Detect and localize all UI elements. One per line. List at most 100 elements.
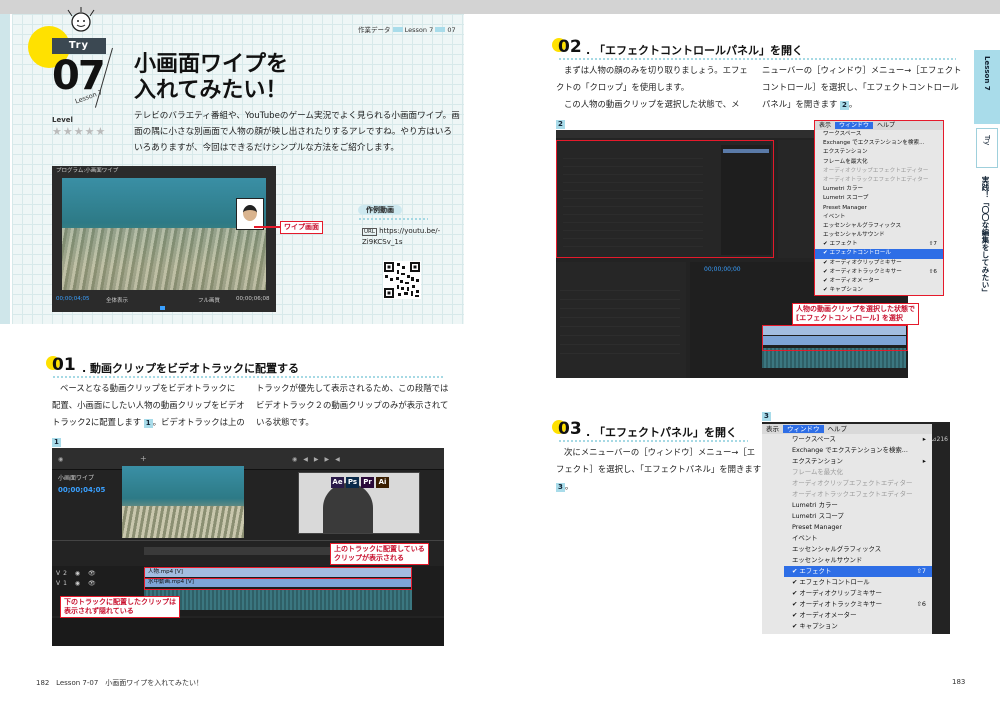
breadcrumb-item: 07 <box>447 26 456 34</box>
menu-item[interactable]: Preset Manager <box>784 522 932 533</box>
right-page: Lesson 7 Try 実践！「〇〇な編集をしてみたい」 02 . 「エフェク… <box>500 0 1000 706</box>
right-fragment: ⊿216 <box>931 436 948 443</box>
menu-item-label: Lumetri スコープ <box>792 512 844 520</box>
transport-controls[interactable]: ◉◀▶▶◀ <box>292 456 346 463</box>
menu-item[interactable]: Lumetri カラー <box>815 185 943 194</box>
menu-item[interactable]: オーディオクリップエフェクトエディター <box>784 478 932 489</box>
underwater-video-frame <box>62 178 266 290</box>
menu-item[interactable]: ✔ オーディオメーター <box>784 610 932 621</box>
menu-item[interactable]: フレームを最大化 <box>784 467 932 478</box>
menu-item[interactable]: エクステンション ▸ <box>784 456 932 467</box>
timecode-left: 00;00;04;05 <box>56 296 90 302</box>
menu-item-shortcut: ▸ <box>922 435 926 443</box>
menu-item-label: ✔ エフェクトコントロール <box>823 250 891 257</box>
menu-item-label: イベント <box>823 213 846 220</box>
menu-item[interactable]: ✔ エフェクト ⇧7 <box>815 240 943 249</box>
callout-line: 人物の動画クリップを選択した状態で <box>796 305 915 313</box>
program-monitor-panel: プログラム:小画面ワイプ 00;00;04;05 全体表示 フル画質 00;00… <box>52 166 276 312</box>
footer-left: 182 Lesson 7-07 小画面ワイプを入れてみたい！ <box>36 678 203 688</box>
menu-bar-item[interactable]: 表示 <box>762 425 783 433</box>
menu-item-shortcut: ⇧6 <box>928 268 937 275</box>
menu-item-label: ✔ キャプション <box>792 622 838 630</box>
menu-item[interactable]: Lumetri スコープ <box>815 194 943 203</box>
menu-item-label: ✔ オーディオトラックミキサー <box>823 268 902 275</box>
project-panel <box>556 262 686 378</box>
menu-bar-item[interactable]: ヘルプ <box>873 122 899 129</box>
menu-item[interactable]: ワークスペース ▸ <box>784 434 932 445</box>
add-icon[interactable]: + <box>140 454 147 463</box>
body-line: コントロール］を選択し、「エフェクトコントロール <box>762 82 959 92</box>
menu-item[interactable]: エッセンシャルサウンド <box>815 231 943 240</box>
wipe-callout: ワイプ画面 <box>280 221 323 234</box>
menu-item-label: ワークスペース <box>792 435 836 443</box>
menu-item[interactable]: ✔ エフェクト ⇧7 <box>784 566 932 577</box>
camera-icon[interactable]: ◉ <box>58 456 63 463</box>
menu-item[interactable]: ✔ オーディオクリップミキサー <box>784 588 932 599</box>
menu-item[interactable]: イベント <box>815 213 943 222</box>
body-line: この人物の動画クリップを選択した状態で、メ <box>564 99 740 109</box>
menu-item[interactable]: Exchange でエクステンションを検索... <box>784 445 932 456</box>
menu-item[interactable]: エッセンシャルサウンド <box>784 555 932 566</box>
step01-col2: トラックが優先して表示されるため、この段階では ビデオトラック２の動画クリップの… <box>256 380 448 431</box>
step02-title-text: 「エフェクトコントロールパネル」を開く <box>594 44 804 57</box>
menu-item[interactable]: イベント <box>784 533 932 544</box>
body-line: いる状態です。 <box>256 417 314 427</box>
timecode-right: 00;00;06;08 <box>236 296 270 302</box>
menu-item-shortcut: ⇧7 <box>928 241 937 248</box>
menu-item[interactable]: ワークスペース <box>815 130 943 139</box>
callout-line: 表示されず隠れている <box>64 607 134 615</box>
menu-bar-item[interactable]: 表示 <box>815 122 835 129</box>
track-header-v2[interactable]: V2 ◉ 👁 <box>56 570 99 577</box>
fit-select[interactable]: 全体表示 <box>106 296 128 304</box>
menu-item[interactable]: オーディオトラックエフェクトエディター <box>784 489 932 500</box>
body-line: パネル」を開きます <box>762 99 838 109</box>
body-line: ビデオトラック２の動画クリップのみが表示されて <box>256 400 449 410</box>
menu-item[interactable]: フレームを最大化 <box>815 158 943 167</box>
menu-bar: 表示 ウィンドウ ヘルプ <box>815 121 943 130</box>
menu-item-label: エッセンシャルサウンド <box>792 556 863 564</box>
app-tile-icon: Ai <box>376 477 389 488</box>
video-url[interactable]: URL https://youtu.be/- Zi9KCSv_1s <box>362 226 440 247</box>
menu-item[interactable]: ✔ オーディオクリップミキサー <box>815 259 943 268</box>
callout-upper: 上のトラックに配置している クリップが表示される <box>330 543 429 565</box>
body-line: トラック2に配置します <box>52 417 142 427</box>
timeline-footer <box>52 618 444 646</box>
video-heading: 作例動画 <box>358 205 402 215</box>
track-header-v1[interactable]: V1 ◉ 👁 <box>56 580 99 587</box>
figure-badge: 3 <box>762 412 771 421</box>
highlight-lower-clip <box>144 578 412 590</box>
menu-item[interactable]: エッセンシャルグラフィックス <box>784 544 932 555</box>
menu-item[interactable]: オーディオクリップエフェクトエディター <box>815 167 943 176</box>
window-menu-step02: 表示 ウィンドウ ヘルプ ワークスペース Exchange でエクステンションを検索.… <box>814 120 944 296</box>
menu-bar-item-window[interactable]: ウィンドウ <box>835 122 874 129</box>
menu-item[interactable]: ✔ オーディオトラックミキサー ⇧6 <box>815 268 943 277</box>
menu-item[interactable]: エッセンシャルグラフィックス <box>815 222 943 231</box>
menu-item[interactable]: ✔ オーディオメーター <box>815 277 943 286</box>
menu-item[interactable]: エクステンション <box>815 148 943 157</box>
window-menu-step03: 表示 ウィンドウ ヘルプ ワークスペース ▸ Exchange でエクステンションを検索… <box>762 424 932 634</box>
menu-item[interactable]: Preset Manager <box>815 204 943 213</box>
project-rows <box>560 282 680 362</box>
menu-item[interactable]: ✔ オーディオトラックミキサー ⇧6 <box>784 599 932 610</box>
menu-item[interactable]: Lumetri カラー <box>784 500 932 511</box>
menu-item[interactable]: ✔ エフェクトコントロール <box>784 577 932 588</box>
step03-number: 03 <box>558 419 582 439</box>
divider <box>52 540 444 541</box>
menu-item[interactable]: ✔ エフェクトコントロール <box>815 249 943 259</box>
quality-select[interactable]: フル画質 <box>198 296 220 304</box>
qr-code-icon[interactable] <box>383 261 421 299</box>
menu-item[interactable]: ✔ キャプション <box>784 621 932 632</box>
menu-item[interactable]: Exchange でエクステンションを検索... <box>815 139 943 148</box>
menu-bar-item-window[interactable]: ウィンドウ <box>783 425 824 433</box>
menu-bar-item[interactable]: ヘルプ <box>824 425 852 433</box>
menu-item[interactable]: ✔ キャプション <box>815 286 943 295</box>
menu-item-shortcut: ⇧7 <box>916 567 926 575</box>
app-tile-icon: Ae <box>331 477 344 488</box>
timeline-tab[interactable]: 小画面ワイプ <box>58 473 94 482</box>
menu-item[interactable]: オーディオトラックエフェクトエディター <box>815 176 943 185</box>
menu-item-label: Exchange でエクステンションを検索... <box>792 446 908 454</box>
callout-line: 上のトラックに配置している <box>334 545 425 553</box>
body-line: フェクト］を選択し、「エフェクトパネル」を開きます <box>556 464 762 474</box>
menu-item[interactable]: Lumetri スコープ <box>784 511 932 522</box>
top-band <box>500 0 1000 14</box>
